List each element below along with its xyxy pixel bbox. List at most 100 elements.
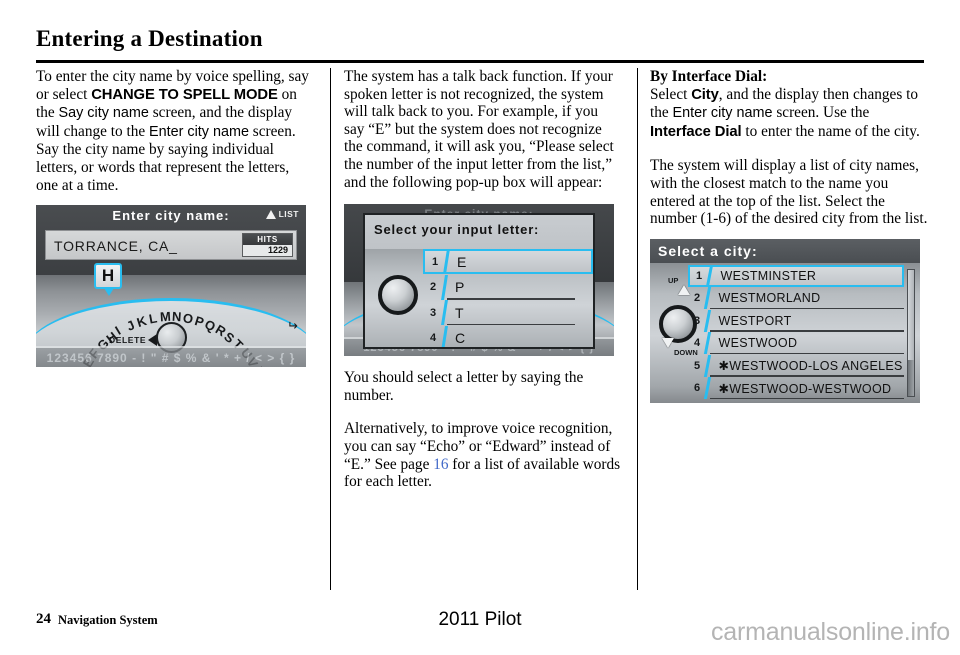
city-item-name: ✱WESTWOOD-LOS ANGELES (718, 359, 903, 374)
option-number: 3 (429, 306, 437, 319)
city-list-scrollbar[interactable] (907, 268, 915, 397)
list-button[interactable]: LIST (265, 209, 299, 220)
col3-paragraph-2: The system will display a list of city n… (650, 157, 928, 228)
city-list-item[interactable]: 4 WESTWOOD (688, 332, 904, 355)
option-divider (441, 325, 448, 348)
popup-interface-dial-knob[interactable] (378, 275, 418, 316)
city-item-number: 1 (695, 269, 703, 282)
enter-city-keyboard-area: ABCDEFGHIJKLMNOPQRSTUVWXYZ DELETE ↵ 1234… (36, 275, 306, 368)
col2-paragraph-1: The system has a talk back function. If … (344, 68, 614, 191)
col3-paragraph-1: Select City, and the display then change… (650, 86, 928, 142)
col1-paragraph-2: Say the city name by saying individual l… (36, 141, 290, 194)
city-list-item[interactable]: 1 WESTMINSTER (688, 264, 904, 287)
input-letter-option[interactable]: 3T (423, 300, 593, 326)
c3p1-control-interface-dial: Interface Dial (650, 123, 742, 140)
option-divider (441, 274, 448, 300)
list-button-label: LIST (278, 209, 299, 220)
title-divider (36, 60, 924, 63)
option-letter: E (457, 253, 467, 270)
c1p1-t4: screen. (248, 122, 296, 140)
list-triangle-icon (265, 209, 276, 219)
col1-paragraph-1: To enter the city name by voice spelling… (36, 68, 314, 141)
arrow-down-icon (662, 337, 674, 357)
enter-city-header-title: Enter city name: (112, 208, 230, 224)
input-letter-option[interactable]: 2P (423, 274, 593, 300)
city-list-item[interactable]: 3 WESTPORT (688, 309, 904, 332)
city-list-item[interactable]: 5 ✱WESTWOOD-LOS ANGELES (688, 354, 904, 377)
select-city-title: Select a city: (650, 238, 920, 263)
popup-option-rows: 1E2P3T4C (423, 249, 593, 348)
city-item-divider (703, 377, 711, 400)
highlighted-letter-bubble-tail (104, 288, 114, 297)
city-item-name: WESTMORLAND (718, 291, 821, 306)
delete-button[interactable]: DELETE (109, 334, 158, 347)
input-letter-option[interactable]: 1E (423, 249, 593, 275)
column-3: By Interface Dial: Select City, and the … (650, 68, 928, 403)
option-number: 1 (431, 255, 439, 268)
city-item-divider (705, 264, 713, 287)
input-letter-popup: Select your input letter: 1E2P3T4C (363, 213, 595, 350)
option-divider (443, 249, 450, 275)
c1p1-screen-say-city-name: Say city name (58, 105, 149, 122)
option-number: 2 (429, 281, 437, 294)
c1p1-screen-enter-city-name: Enter city name (149, 123, 249, 140)
city-list-rows: 1 WESTMINSTER 2 WESTMORLAND 3 WESTPORT 4 WESTWO… (688, 264, 904, 401)
option-letter: C (455, 330, 466, 347)
column-1: To enter the city name by voice spelling… (36, 68, 314, 368)
city-item-name: ✱WESTWOOD-WESTWOOD (718, 381, 892, 396)
enter-return-icon[interactable]: ↵ (287, 318, 298, 334)
city-item-divider (703, 309, 711, 332)
option-number: 4 (429, 332, 437, 345)
city-list-item[interactable]: 6 ✱WESTWOOD-WESTWOOD (688, 377, 904, 400)
col3-spacer (650, 141, 928, 157)
city-item-divider (703, 287, 711, 310)
hits-counter: HITS 1229 (242, 233, 293, 258)
city-item-divider (703, 332, 711, 355)
screenshot-select-input-letter: Enter city name: 123456 7890 - ! " # $ %… (344, 204, 614, 357)
c3p1-menu-city: City (691, 86, 719, 103)
option-letter: T (455, 304, 464, 321)
city-item-number: 6 (693, 382, 701, 395)
city-item-underline (710, 397, 904, 400)
highlighted-letter-bubble: H (94, 263, 122, 290)
c1p1-command-change-to-spell-mode: CHANGE TO SPELL MODE (91, 86, 278, 103)
c3p1-t1: Select (650, 85, 692, 103)
option-letter: P (455, 279, 465, 296)
col3-heading: By Interface Dial: (650, 68, 768, 85)
page-title: Entering a Destination (36, 26, 263, 51)
city-item-name: WESTWOOD (718, 336, 798, 351)
city-name-input[interactable]: TORRANCE, CA_ HITS 1229 (45, 230, 297, 261)
c3p1-t3: screen. Use the (772, 104, 870, 122)
city-item-name: WESTPORT (718, 313, 792, 328)
input-letter-option[interactable]: 4C (423, 325, 593, 348)
site-watermark: carmanualsonline.info (710, 618, 950, 646)
hits-label: HITS (243, 234, 292, 246)
content-columns: To enter the city name by voice spelling… (0, 68, 960, 588)
city-name-input-value: TORRANCE, CA_ (54, 238, 178, 255)
city-list-item[interactable]: 2 WESTMORLAND (688, 287, 904, 310)
number-symbol-strip[interactable]: 123456 7890 - ! " # $ % & ' * + / < > { … (36, 346, 306, 368)
popup-title: Select your input letter: (374, 222, 540, 238)
c3p1-screen-enter-city-name: Enter city name (672, 105, 773, 122)
c3p1-t4: to enter the name of the city. (741, 122, 920, 140)
city-item-number: 4 (693, 337, 701, 350)
page-footer: 24 Navigation System 2011 Pilot carmanua… (0, 591, 960, 655)
select-city-body: UP DOWN 1 WESTMINSTER 2 WESTMORLAND 3 WESTPOR… (650, 262, 920, 403)
city-item-number: 2 (693, 292, 701, 305)
col2-spacer (344, 404, 622, 420)
city-item-number: 3 (693, 314, 701, 327)
city-list-scrollbar-thumb[interactable] (908, 269, 914, 361)
page-reference-link[interactable]: 16 (433, 456, 448, 473)
delete-label: DELETE (109, 335, 147, 346)
screenshot-enter-city-name: ABCDEFGHIJKLMNOPQRSTUVWXYZ DELETE ↵ 1234… (36, 205, 306, 368)
column-2: The system has a talk back function. If … (344, 68, 622, 491)
city-item-divider (703, 354, 711, 377)
option-divider (441, 300, 448, 326)
scroll-up-label: UP (668, 275, 679, 285)
popup-list-area: 1E2P3T4C (365, 249, 593, 348)
hits-value: 1229 (243, 245, 292, 257)
city-item-number: 5 (693, 359, 701, 372)
col2-paragraph-2: You should select a letter by saying the… (344, 369, 584, 404)
screenshot-select-a-city: Select a city: UP DOWN 1 WESTMINSTER 2 WEST… (650, 238, 920, 403)
city-item-name: WESTMINSTER (720, 268, 817, 283)
